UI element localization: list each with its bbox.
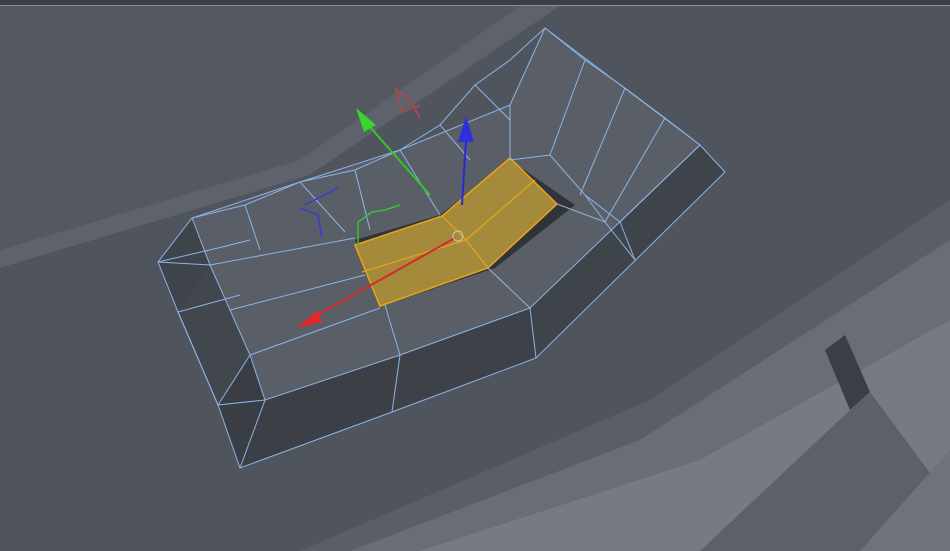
3d-viewport[interactable] bbox=[0, 0, 950, 551]
